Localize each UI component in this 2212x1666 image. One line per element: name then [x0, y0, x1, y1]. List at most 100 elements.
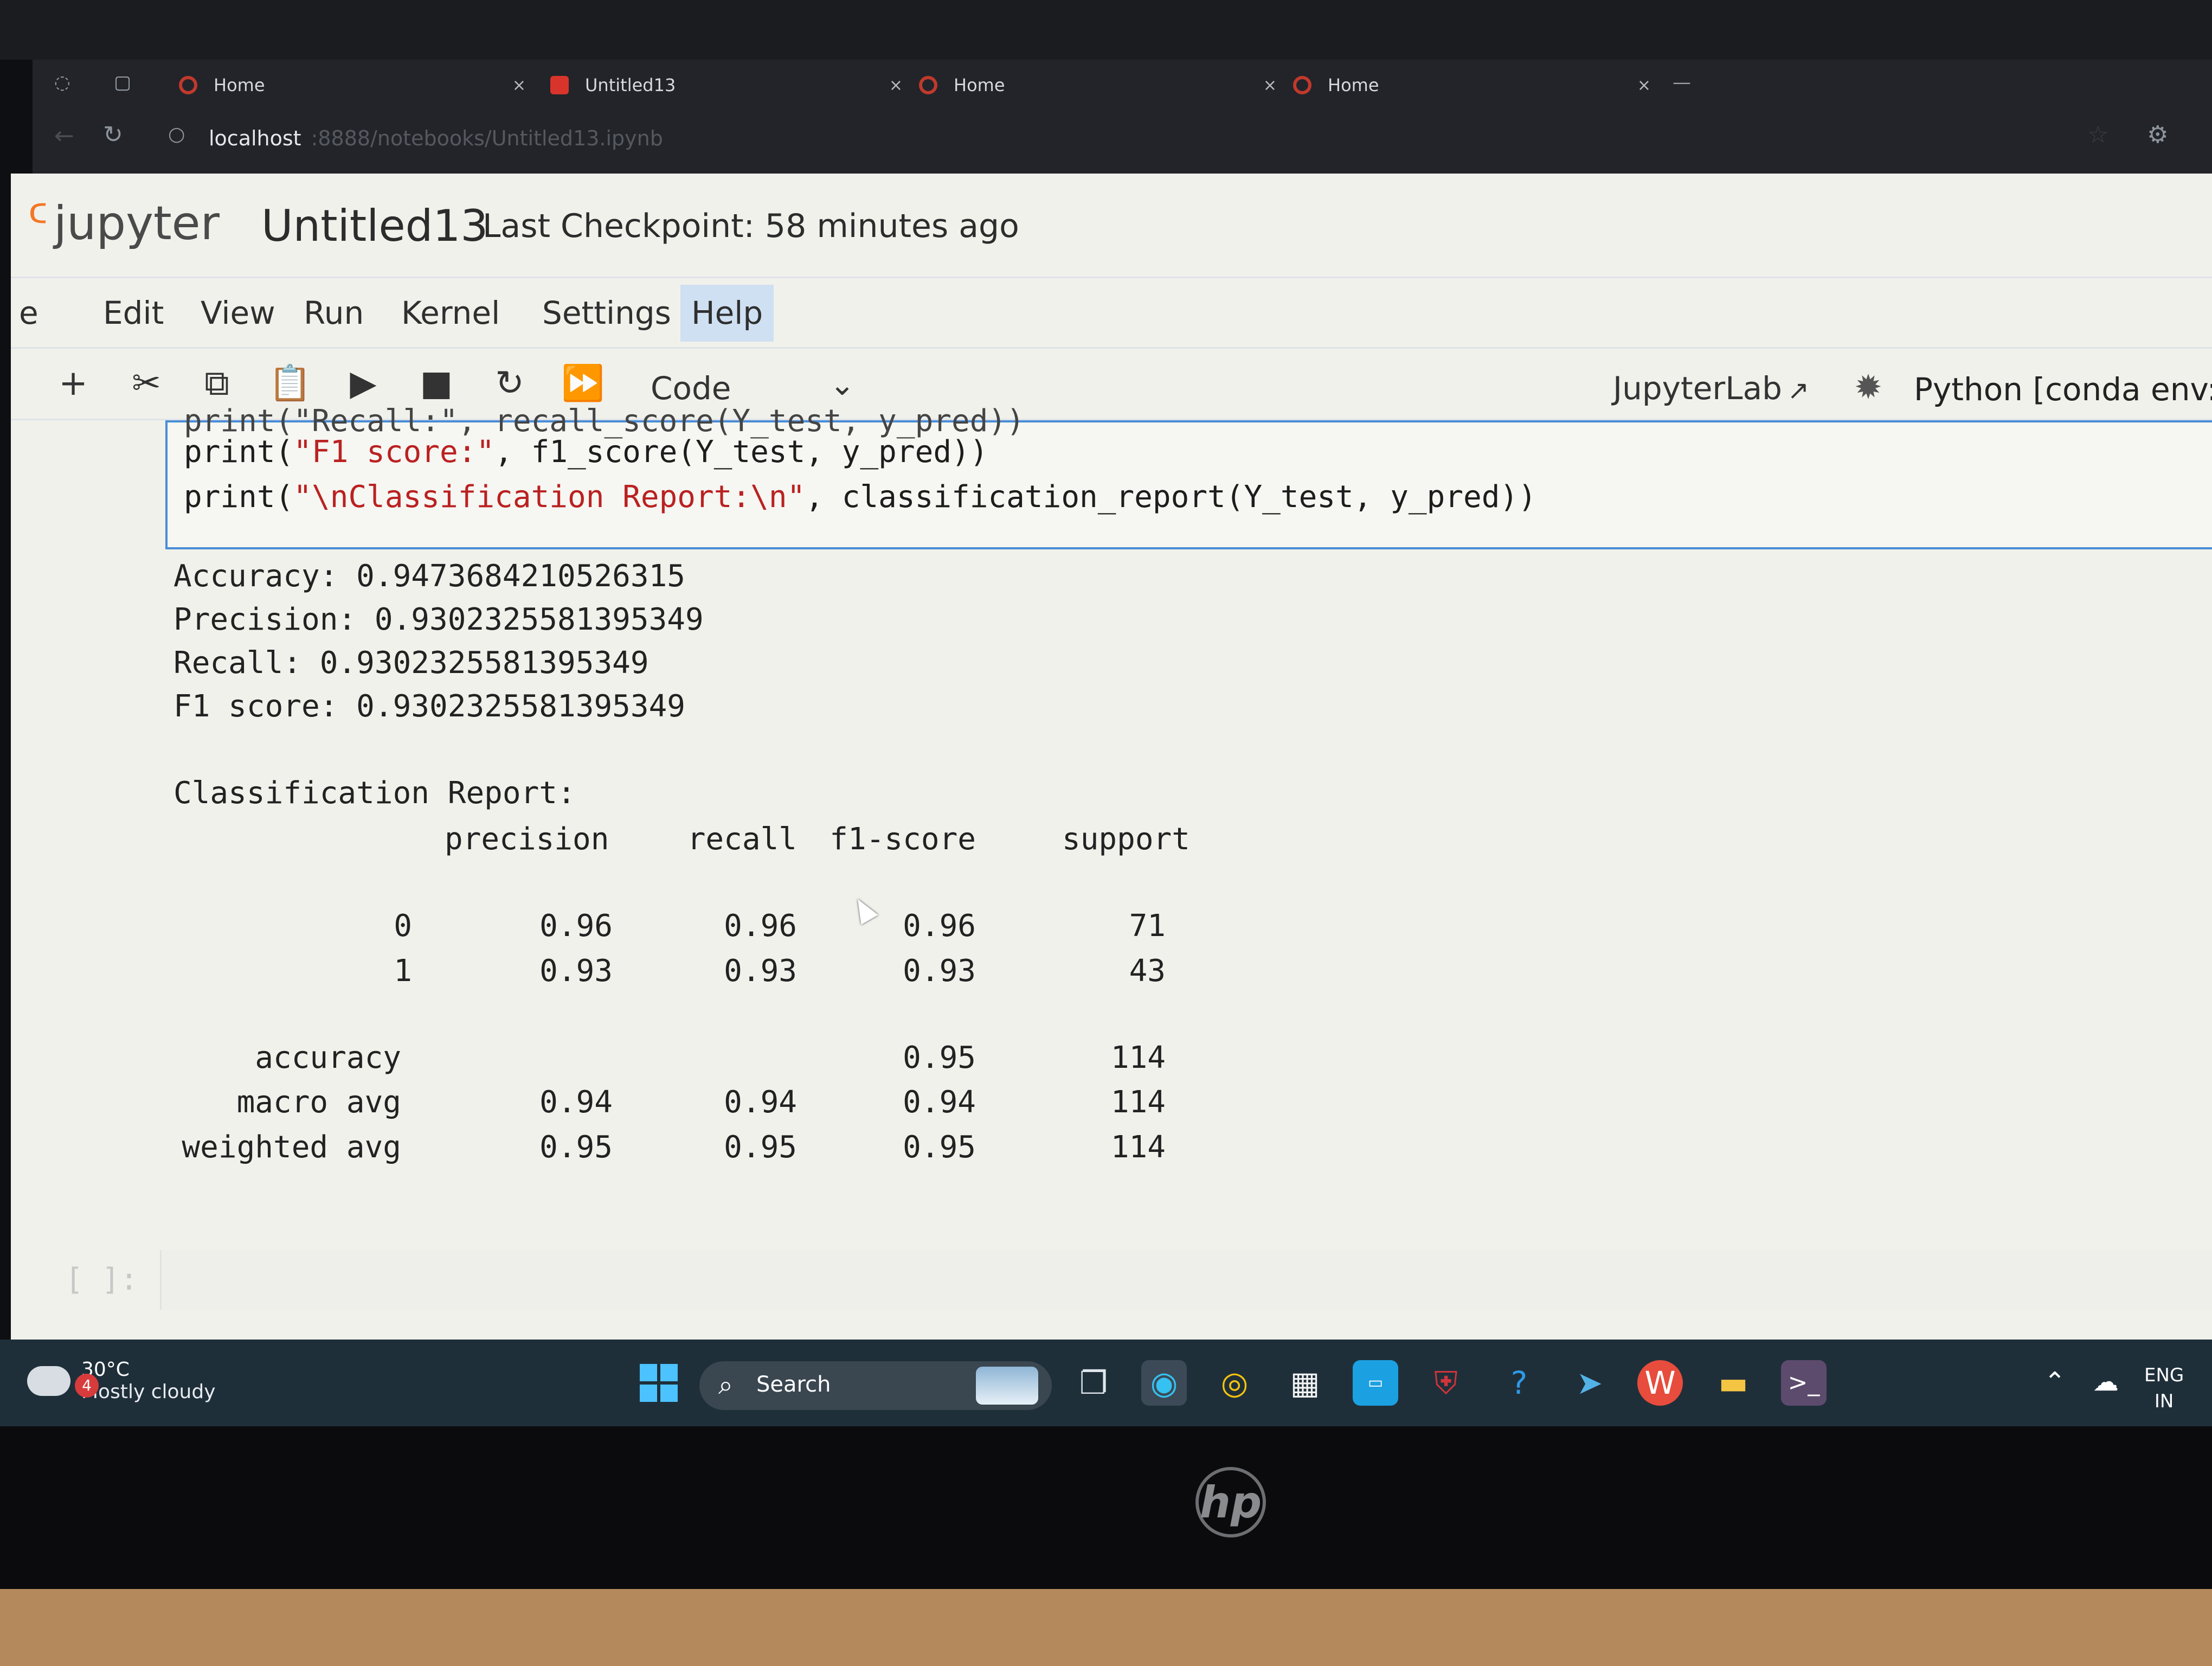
- menu-file[interactable]: e: [8, 285, 49, 342]
- cell-type-select[interactable]: Code: [651, 370, 731, 407]
- menu-run[interactable]: Run: [293, 285, 375, 342]
- tab-close-icon[interactable]: ×: [1263, 76, 1277, 95]
- browser-window: ◌ ▢ Home × Untitled13 × Home × Home × — …: [33, 60, 2212, 174]
- edge-browser-icon[interactable]: ◉: [1141, 1360, 1187, 1406]
- report-cell: 0.95: [724, 1130, 797, 1165]
- open-jupyterlab-link[interactable]: JupyterLab ↗: [1613, 370, 1809, 407]
- report-header-support: support: [1062, 822, 1190, 857]
- report-cell: 71: [1129, 908, 1166, 944]
- menu-kernel[interactable]: Kernel: [390, 285, 511, 342]
- empty-cell-input[interactable]: [160, 1250, 2212, 1310]
- reload-icon[interactable]: ↻: [103, 121, 123, 149]
- menu-settings[interactable]: Settings: [531, 285, 682, 342]
- external-link-icon: ↗: [1787, 375, 1810, 406]
- code-cell[interactable]: print("Recall:", recall_score(Y_test, y_…: [165, 403, 2212, 549]
- cut-icon[interactable]: ✂: [125, 362, 168, 405]
- report-header-precision: precision: [445, 822, 609, 857]
- jupyter-logo[interactable]: ᑦ jupyter: [27, 194, 220, 251]
- jupyterlab-label: JupyterLab: [1613, 370, 1782, 407]
- copy-icon[interactable]: ⧉: [195, 362, 239, 405]
- tab-actions-icon[interactable]: ▢: [114, 72, 138, 95]
- onedrive-cloud-icon[interactable]: ☁: [2093, 1367, 2119, 1397]
- taskbar-search[interactable]: ⌕ Search: [699, 1361, 1052, 1410]
- report-header-f1: f1-score: [829, 822, 976, 857]
- star-icon[interactable]: ☆: [2087, 121, 2108, 149]
- report-cell: 0.94: [903, 1085, 976, 1120]
- hp-logo: hp: [1195, 1467, 1266, 1537]
- browser-tab[interactable]: Home ×: [1293, 66, 1651, 104]
- debugger-bug-icon[interactable]: ✹: [1854, 367, 1882, 407]
- language-indicator[interactable]: ENG IN: [2144, 1362, 2184, 1414]
- task-view-icon[interactable]: ❐: [1071, 1360, 1116, 1406]
- terminal-icon[interactable]: >_: [1781, 1360, 1827, 1406]
- report-cell: 43: [1129, 953, 1166, 989]
- report-row-label: 1: [394, 953, 412, 989]
- browser-tab[interactable]: Home ×: [179, 66, 526, 104]
- tab-close-icon[interactable]: ×: [1637, 76, 1651, 95]
- report-cell: 0.95: [539, 1130, 613, 1165]
- run-icon[interactable]: ▶: [342, 362, 385, 405]
- notebook-title[interactable]: Untitled13: [261, 201, 488, 251]
- jupyter-favicon-icon: [919, 76, 937, 94]
- metric-accuracy: Accuracy: 0.9473684210526315: [173, 559, 686, 594]
- telegram-icon[interactable]: ➤: [1567, 1360, 1612, 1406]
- region-code: IN: [2154, 1391, 2174, 1412]
- site-info-icon[interactable]: ○: [168, 123, 185, 145]
- menu-view[interactable]: View: [190, 285, 286, 342]
- browser-tab[interactable]: Home ×: [919, 66, 1277, 104]
- report-cell: 0.96: [903, 908, 976, 944]
- menu-bar: e Edit View Run Kernel Settings Help: [11, 279, 2212, 349]
- metric-f1: F1 score: 0.9302325581395349: [173, 689, 686, 724]
- tab-title: Home: [1328, 75, 1379, 95]
- jupyter-app: ᑦ jupyter Untitled13 Last Checkpoint: 58 …: [11, 174, 2212, 1340]
- menu-edit[interactable]: Edit: [92, 285, 175, 342]
- browser-tab-active[interactable]: Untitled13 ×: [550, 66, 903, 104]
- mcafee-icon[interactable]: ⛨: [1423, 1360, 1469, 1406]
- chrome-icon[interactable]: ◎: [1212, 1360, 1257, 1406]
- file-explorer-icon[interactable]: ▬: [1711, 1360, 1756, 1406]
- menu-help[interactable]: Help: [680, 285, 774, 342]
- workspaces-icon[interactable]: ◌: [54, 72, 78, 95]
- add-cell-icon[interactable]: +: [52, 362, 95, 405]
- jupyter-favicon-icon: [1293, 76, 1311, 94]
- report-cell: 0.93: [903, 953, 976, 989]
- report-header-recall: recall: [687, 822, 797, 857]
- tab-close-icon[interactable]: ×: [889, 76, 903, 95]
- back-icon[interactable]: ←: [54, 122, 74, 150]
- report-cell: 0.94: [724, 1085, 797, 1120]
- report-row-label: weighted avg: [182, 1130, 401, 1165]
- search-highlight-image: [976, 1367, 1038, 1405]
- url-field[interactable]: localhost:8888/notebooks/Untitled13.ipyn…: [209, 126, 663, 150]
- restart-icon[interactable]: ↻: [488, 362, 531, 405]
- metric-precision: Precision: 0.9302325581395349: [173, 602, 704, 637]
- code-string: "\nClassification Report:\n": [293, 479, 806, 515]
- checkpoint-status: Last Checkpoint: 58 minutes ago: [483, 207, 1019, 245]
- settings-icon[interactable]: ⚙: [2147, 121, 2168, 149]
- empty-code-cell[interactable]: [ ]:: [65, 1250, 2212, 1310]
- minimize-icon[interactable]: —: [1673, 72, 1696, 95]
- help-icon[interactable]: ?: [1496, 1360, 1542, 1406]
- cell-prompt: [ ]:: [65, 1262, 138, 1297]
- store-icon[interactable]: ▦: [1282, 1360, 1328, 1406]
- top-bar: ᑦ jupyter Untitled13 Last Checkpoint: 58 …: [11, 174, 2212, 278]
- run-all-icon[interactable]: ⏩: [561, 362, 605, 405]
- kernel-name[interactable]: Python [conda env:ar: [1914, 371, 2212, 408]
- notebook-favicon-icon: [550, 76, 569, 94]
- wps-office-icon[interactable]: W: [1637, 1360, 1683, 1406]
- code-token: , f1_score(Y_test, y_pred)): [494, 434, 988, 470]
- myhp-icon[interactable]: ▭: [1353, 1360, 1398, 1406]
- report-cell: 0.95: [903, 1040, 976, 1075]
- paste-icon[interactable]: 📋: [268, 362, 312, 405]
- report-row-label: macro avg: [236, 1085, 401, 1120]
- weather-widget[interactable]: 4 30°C Mostly cloudy: [27, 1359, 216, 1403]
- windows-start-icon[interactable]: [640, 1364, 678, 1402]
- weather-condition: Mostly cloudy: [81, 1381, 216, 1403]
- report-cell: 0.94: [539, 1085, 613, 1120]
- chevron-down-icon[interactable]: ⌄: [829, 367, 855, 402]
- tab-close-icon[interactable]: ×: [512, 76, 526, 95]
- desk-surface: [0, 1589, 2212, 1666]
- stop-icon[interactable]: ■: [415, 362, 458, 405]
- show-hidden-icons-chevron-up-icon[interactable]: ⌃: [2044, 1367, 2066, 1397]
- report-cell: 0.95: [903, 1130, 976, 1165]
- tab-title: Untitled13: [585, 75, 676, 95]
